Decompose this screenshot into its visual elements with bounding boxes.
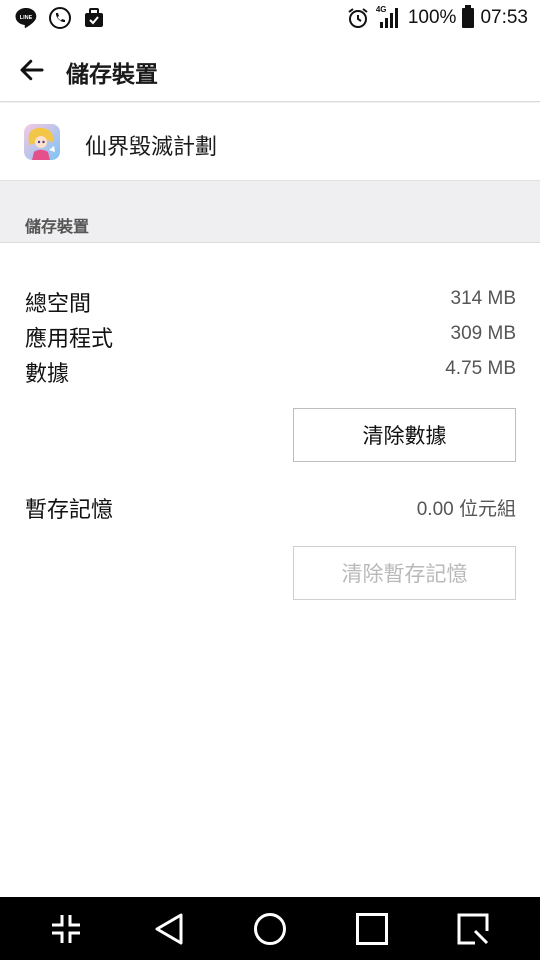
recents-button[interactable] [352, 909, 392, 949]
app-size-label: 應用程式 [25, 327, 114, 352]
app-icon [24, 124, 60, 160]
app-bar: 儲存裝置 [0, 36, 540, 102]
home-button[interactable] [250, 909, 290, 949]
battery-percent: 100% [407, 7, 457, 28]
status-bar: LINE 4G 100% 07:53 [0, 0, 540, 36]
cache-row: 暫存記憶 0.00 位元組 [25, 490, 516, 523]
section-header-label: 儲存裝置 [25, 217, 90, 236]
back-icon [155, 913, 183, 945]
line-app-icon: LINE [14, 6, 38, 30]
app-info-row: 仙界毀滅計劃 [0, 103, 540, 181]
cache-value: 0.00 位元組 [416, 499, 516, 520]
clear-cache-button[interactable]: 清除暫存記憶 [293, 546, 516, 600]
alarm-clock-icon [346, 6, 370, 30]
data-size-value: 4.75 MB [445, 358, 516, 379]
total-space-value: 314 MB [450, 288, 516, 309]
app-size-row: 應用程式 309 MB [25, 319, 516, 352]
data-size-row: 數據 4.75 MB [25, 354, 516, 387]
status-bar-notifications: LINE [14, 6, 106, 30]
battery-icon [462, 5, 475, 28]
cache-label: 暫存記憶 [25, 498, 114, 523]
total-space-label: 總空間 [25, 292, 92, 317]
back-button[interactable] [149, 909, 189, 949]
capture-plus-icon [457, 913, 489, 945]
phone-call-icon [48, 6, 72, 30]
briefcase-check-icon [82, 6, 106, 30]
app-size-value: 309 MB [450, 323, 516, 344]
clear-data-button[interactable]: 清除數據 [293, 408, 516, 462]
total-space-row: 總空間 314 MB [25, 284, 516, 317]
signal-strength-icon: 4G [376, 5, 402, 30]
home-icon [254, 913, 286, 945]
navigation-bar [0, 897, 540, 960]
data-size-label: 數據 [25, 362, 70, 387]
app-name: 仙界毀滅計劃 [85, 135, 218, 160]
status-bar-system: 4G 100% 07:53 [346, 5, 528, 30]
arrow-left-icon [20, 59, 44, 81]
recents-icon [356, 913, 388, 945]
clock-time: 07:53 [480, 7, 528, 28]
back-arrow-button[interactable] [14, 52, 50, 88]
dual-window-icon [52, 915, 80, 943]
capture-plus-button[interactable] [453, 909, 493, 949]
dual-window-button[interactable] [46, 909, 86, 949]
page-title: 儲存裝置 [66, 62, 158, 88]
svg-text:LINE: LINE [20, 15, 33, 21]
section-header: 儲存裝置 [0, 181, 540, 243]
